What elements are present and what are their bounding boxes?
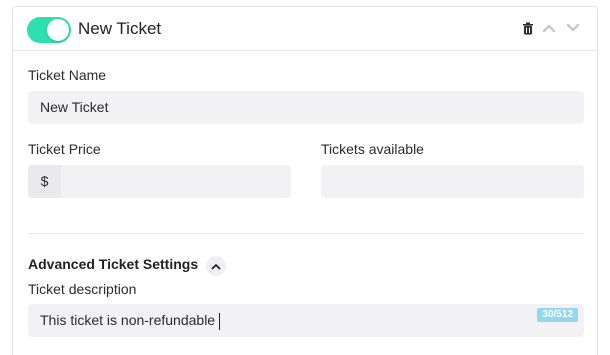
chevron-up-icon[interactable]: [206, 256, 226, 276]
advanced-settings-title[interactable]: Advanced Ticket Settings: [28, 256, 198, 272]
tickets-available-input[interactable]: [321, 165, 584, 198]
ticket-name-label: Ticket Name: [28, 67, 107, 83]
text-cursor: [219, 312, 221, 330]
ticket-price-label: Ticket Price: [28, 141, 101, 157]
tickets-available-label: Tickets available: [321, 141, 424, 157]
ticket-card-header: New Ticket: [13, 7, 597, 51]
ticket-card: New Ticket Ticket Name New Ticket Ticket…: [12, 6, 598, 355]
chevron-up-icon[interactable]: [541, 20, 557, 36]
section-divider: [28, 233, 584, 234]
ticket-name-input[interactable]: New Ticket: [28, 91, 584, 124]
ticket-price-input[interactable]: $: [28, 165, 291, 198]
toggle-knob: [47, 19, 69, 41]
ticket-description-input[interactable]: This ticket is non-refundable 30/512: [28, 304, 584, 337]
ticket-description-text: This ticket is non-refundable: [40, 312, 216, 328]
ticket-enabled-toggle[interactable]: [27, 17, 71, 43]
chevron-down-icon[interactable]: [565, 20, 581, 36]
ticket-description-label: Ticket description: [28, 281, 137, 297]
ticket-card-title: New Ticket: [78, 19, 162, 38]
trash-icon[interactable]: [520, 20, 536, 36]
character-counter: 30/512: [537, 308, 578, 322]
currency-prefix: $: [28, 165, 61, 198]
